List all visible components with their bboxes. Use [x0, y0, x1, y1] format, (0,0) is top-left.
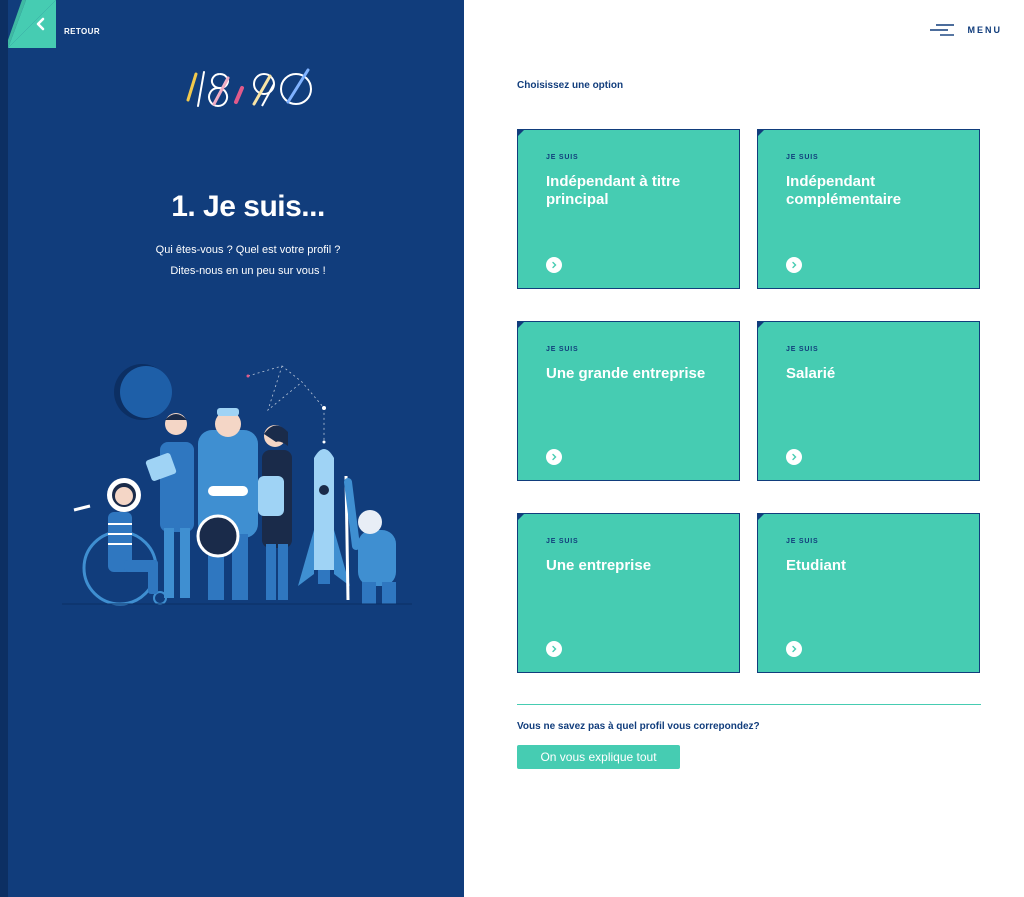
chevron-right-circle-icon[interactable]	[546, 257, 562, 273]
option-card-entreprise[interactable]: JE SUIS Une entreprise	[517, 513, 740, 673]
card-corner	[517, 513, 525, 521]
brand-logo	[184, 64, 318, 110]
option-card-independant-principal[interactable]: JE SUIS Indépendant à titre principal	[517, 129, 740, 289]
menu-label[interactable]: MENU	[968, 25, 1003, 35]
hamburger-icon	[929, 24, 954, 36]
card-tag: JE SUIS	[786, 346, 819, 353]
chevron-right-circle-icon[interactable]	[786, 257, 802, 273]
card-tag: JE SUIS	[786, 538, 819, 545]
left-edge-strip	[0, 0, 8, 897]
option-card-salarie[interactable]: JE SUIS Salarié	[757, 321, 980, 481]
chevron-right-circle-icon[interactable]	[546, 449, 562, 465]
option-card-grande-entreprise[interactable]: JE SUIS Une grande entreprise	[517, 321, 740, 481]
options-heading: Choisissez une option	[517, 80, 624, 91]
chevron-right-circle-icon[interactable]	[786, 449, 802, 465]
chevron-right-circle-icon[interactable]	[786, 641, 802, 657]
card-tag: JE SUIS	[546, 154, 579, 161]
step-subtitle-line2: Dites-nous en un peu sur vous !	[170, 265, 326, 277]
card-corner	[757, 129, 765, 137]
card-title: Etudiant	[786, 557, 846, 574]
card-corner	[757, 513, 765, 521]
chevron-right-circle-icon[interactable]	[546, 641, 562, 657]
explain-button[interactable]: On vous explique tout	[517, 745, 680, 769]
card-corner	[517, 129, 525, 137]
step-subtitle-line1: Qui êtes-vous ? Quel est votre profil ?	[155, 244, 341, 256]
card-tag: JE SUIS	[546, 346, 579, 353]
card-corner	[517, 321, 525, 329]
chevron-left-icon	[8, 0, 56, 48]
card-title: Indépendant complémentaire	[786, 173, 902, 208]
team-illustration	[62, 350, 412, 620]
card-corner	[757, 321, 765, 329]
card-title: Indépendant à titre principal	[546, 173, 681, 208]
card-title: Une entreprise	[546, 557, 652, 574]
step-title: 1. Je suis...	[171, 190, 325, 223]
card-tag: JE SUIS	[546, 538, 579, 545]
option-card-independant-complementaire[interactable]: JE SUIS Indépendant complémentaire	[757, 129, 980, 289]
help-question: Vous ne savez pas à quel profil vous cor…	[517, 721, 760, 732]
card-title: Salarié	[786, 365, 836, 382]
card-tag: JE SUIS	[786, 154, 819, 161]
menu-button[interactable]: MENU	[929, 24, 1003, 36]
left-panel: RETOUR 1. Je suis... Qui êtes-vous ? Que…	[0, 0, 464, 897]
option-card-etudiant[interactable]: JE SUIS Etudiant	[757, 513, 980, 673]
back-button[interactable]	[8, 0, 56, 48]
back-label[interactable]: RETOUR	[64, 27, 100, 36]
card-title: Une grande entreprise	[546, 365, 706, 382]
section-divider	[517, 704, 981, 705]
